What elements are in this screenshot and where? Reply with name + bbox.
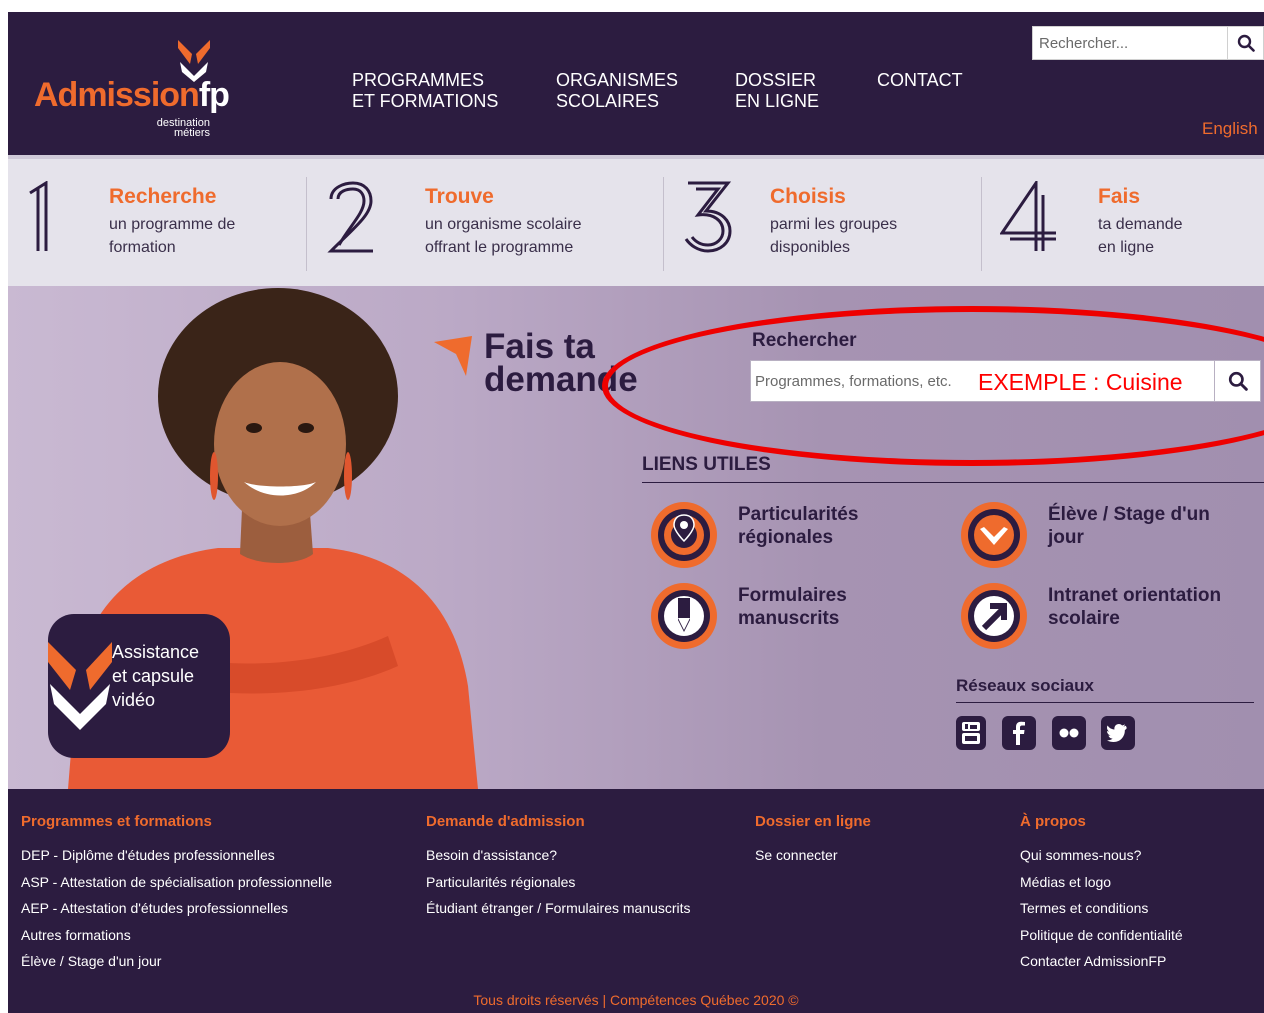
step-title: Trouve (425, 185, 494, 208)
footer-link[interactable]: Particularités régionales (426, 869, 691, 896)
logo-tagline: destination métiers (156, 117, 210, 139)
step-2[interactable]: Trouve un organisme scolaire offrant le … (307, 159, 663, 286)
footer-link[interactable]: Médias et logo (1020, 869, 1183, 896)
admissionfp-logo[interactable]: Admissionfp destination métiers (34, 38, 244, 139)
step-number-1-icon (29, 181, 48, 251)
flickr-icon[interactable] (1052, 716, 1086, 750)
footer-link[interactable]: Élève / Stage d'un jour (21, 948, 332, 975)
footer-col-apropos: À propos Qui sommes-nous? Médias et logo… (1020, 813, 1183, 975)
brand-mark-icon (48, 642, 112, 730)
facebook-icon[interactable] (1002, 716, 1036, 750)
twitter-icon[interactable] (1101, 716, 1135, 750)
assistance-video-card[interactable]: Assistance et capsule vidéo (48, 614, 230, 758)
step-4[interactable]: Fais ta demande en ligne (982, 159, 1264, 286)
step-number-2-icon (327, 181, 373, 253)
footer-heading: Dossier en ligne (755, 813, 871, 830)
useful-links-title: LIENS UTILES (642, 454, 1264, 483)
footer-heading: Demande d'admission (426, 813, 585, 830)
logo-wordmark: Admissionfp (34, 76, 230, 114)
header-search-input[interactable] (1033, 27, 1223, 59)
step-desc: un organisme scolaire offrant le program… (425, 216, 582, 256)
footer-link[interactable]: Qui sommes-nous? (1020, 842, 1183, 869)
nav-dossier[interactable]: DOSSIER EN LIGNE (735, 70, 819, 112)
link-label: Formulaires manuscrits (738, 585, 847, 629)
footer-link[interactable]: Contacter AdmissionFP (1020, 948, 1183, 975)
step-title: Recherche (109, 185, 217, 208)
link-label: Particularités régionales (738, 504, 859, 548)
search-icon (1237, 34, 1255, 52)
copyright: Tous droits réservés | Compétences Québe… (473, 992, 799, 1008)
footer-col-dossier: Dossier en ligne Se connecter (755, 813, 871, 869)
step-desc: parmi les groupes disponibles (770, 216, 898, 256)
footer-link[interactable]: Politique de confidentialité (1020, 922, 1183, 949)
youtube-icon[interactable] (956, 716, 986, 750)
assistance-label: Assistance et capsule vidéo (112, 642, 200, 710)
heart-check-icon (961, 502, 1027, 568)
step-number-3-icon (684, 181, 732, 253)
step-1[interactable]: Recherche un programme de formation (8, 159, 306, 286)
header-search-button[interactable] (1227, 27, 1263, 59)
footer-link[interactable]: Termes et conditions (1020, 895, 1183, 922)
footer-heading: À propos (1020, 813, 1086, 830)
step-title: Fais (1098, 185, 1141, 208)
footer-link[interactable]: Étudiant étranger / Formulaires manuscri… (426, 895, 691, 922)
site-header: Admissionfp destination métiers PROGRAMM… (8, 12, 1264, 155)
footer-col-demande: Demande d'admission Besoin d'assistance?… (426, 813, 691, 922)
footer-col-programmes: Programmes et formations DEP - Diplôme d… (21, 813, 332, 975)
footer-link[interactable]: Besoin d'assistance? (426, 842, 691, 869)
map-pin-icon (651, 502, 717, 568)
hero-section: Assistance et capsule vidéo Fais ta dema… (8, 286, 1264, 789)
site-footer: Programmes et formations DEP - Diplôme d… (8, 789, 1264, 1013)
step-number-4-icon (1000, 181, 1056, 251)
footer-heading: Programmes et formations (21, 813, 212, 830)
footer-link[interactable]: Se connecter (755, 842, 871, 869)
steps-bar: Recherche un programme de formation Trou… (8, 155, 1264, 286)
link-label: Élève / Stage d'un jour (1048, 504, 1210, 548)
arrow-icon (434, 336, 472, 376)
nav-contact[interactable]: CONTACT (877, 70, 963, 91)
footer-link[interactable]: AEP - Attestation d'études professionnel… (21, 895, 332, 922)
link-label: Intranet orientation scolaire (1048, 585, 1222, 629)
social-title: Réseaux sociaux (956, 676, 1254, 703)
arrow-icon (961, 583, 1027, 649)
step-desc: un programme de formation (109, 216, 236, 256)
header-search (1032, 26, 1264, 60)
footer-link[interactable]: DEP - Diplôme d'études professionnelles (21, 842, 332, 869)
nav-programmes[interactable]: PROGRAMMES ET FORMATIONS (352, 70, 498, 112)
footer-link[interactable]: Autres formations (21, 922, 332, 949)
step-3[interactable]: Choisis parmi les groupes disponibles (664, 159, 981, 286)
step-desc: ta demande en ligne (1098, 216, 1183, 256)
page: Admissionfp destination métiers PROGRAMM… (8, 12, 1264, 1013)
pencil-icon (651, 583, 717, 649)
footer-link[interactable]: ASP - Attestation de spécialisation prof… (21, 869, 332, 896)
language-switch[interactable]: English (1202, 119, 1258, 139)
step-title: Choisis (770, 185, 846, 208)
nav-organismes[interactable]: ORGANISMES SCOLAIRES (556, 70, 678, 112)
